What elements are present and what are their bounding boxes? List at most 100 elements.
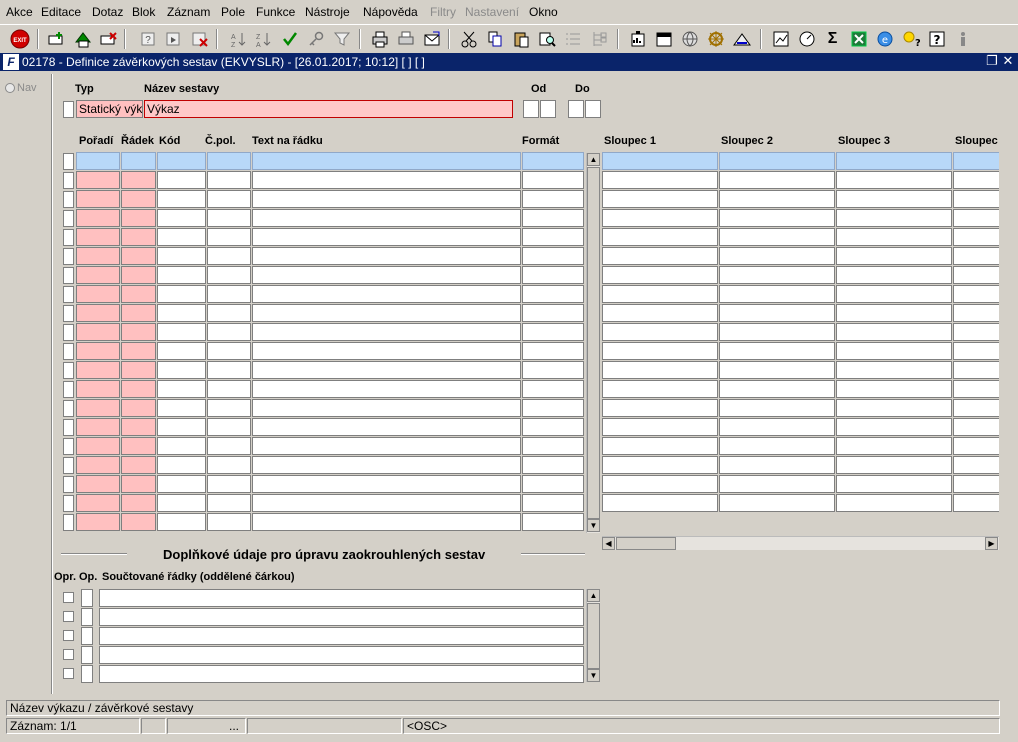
- help-lamp-icon[interactable]: ?: [901, 29, 920, 48]
- sloupec-3-cell[interactable]: [836, 342, 952, 360]
- menu-nastroje[interactable]: Nástroje: [305, 5, 350, 19]
- cpol-cell[interactable]: [207, 437, 251, 455]
- sloupec-4-cell[interactable]: [953, 380, 999, 398]
- sloupec-3-cell[interactable]: [836, 380, 952, 398]
- poradi-cell[interactable]: [76, 456, 120, 474]
- extra-vertical-scrollbar[interactable]: ▲ ▼: [586, 589, 600, 682]
- format-cell[interactable]: [522, 247, 584, 265]
- row-indicator[interactable]: [63, 153, 74, 170]
- sort-desc-icon[interactable]: ZA: [253, 29, 272, 48]
- sloupec-1-cell[interactable]: [602, 209, 718, 227]
- radek-cell[interactable]: [121, 266, 156, 284]
- radek-cell[interactable]: [121, 380, 156, 398]
- text-cell[interactable]: [252, 342, 521, 360]
- soucet-radky-field[interactable]: [99, 646, 584, 664]
- format-cell[interactable]: [522, 285, 584, 303]
- run-query-icon[interactable]: [164, 29, 183, 48]
- text-cell[interactable]: [252, 361, 521, 379]
- cpol-cell[interactable]: [207, 513, 251, 531]
- cpol-cell[interactable]: [207, 190, 251, 208]
- sloupec-3-cell[interactable]: [836, 209, 952, 227]
- query-icon[interactable]: ?: [139, 29, 158, 48]
- kod-cell[interactable]: [157, 513, 206, 531]
- text-cell[interactable]: [252, 513, 521, 531]
- row-indicator[interactable]: [63, 191, 74, 208]
- format-cell[interactable]: [522, 361, 584, 379]
- menu-funkce[interactable]: Funkce: [256, 5, 295, 19]
- poradi-cell[interactable]: [76, 380, 120, 398]
- sloupec-2-cell[interactable]: [719, 456, 835, 474]
- format-cell[interactable]: [522, 266, 584, 284]
- radek-cell[interactable]: [121, 190, 156, 208]
- header-row-indicator[interactable]: [63, 101, 74, 118]
- menu-zaznam[interactable]: Záznam: [167, 5, 210, 19]
- op-field[interactable]: [81, 608, 93, 626]
- sloupec-2-cell[interactable]: [719, 285, 835, 303]
- cpol-cell[interactable]: [207, 456, 251, 474]
- op-field[interactable]: [81, 646, 93, 664]
- row-indicator[interactable]: [63, 476, 74, 493]
- format-cell[interactable]: [522, 475, 584, 493]
- menu-blok[interactable]: Blok: [132, 5, 155, 19]
- poradi-cell[interactable]: [76, 190, 120, 208]
- close-icon[interactable]: ✕: [1001, 54, 1015, 68]
- cpol-cell[interactable]: [207, 209, 251, 227]
- paste-icon[interactable]: [511, 29, 530, 48]
- poradi-cell[interactable]: [76, 247, 120, 265]
- poradi-cell[interactable]: [76, 342, 120, 360]
- sloupec-2-cell[interactable]: [719, 190, 835, 208]
- sloupec-4-cell[interactable]: [953, 456, 999, 474]
- radek-cell[interactable]: [121, 494, 156, 512]
- sloupec-3-cell[interactable]: [836, 323, 952, 341]
- edit-chart-icon[interactable]: [771, 29, 790, 48]
- text-cell[interactable]: [252, 190, 521, 208]
- scroll-right-icon[interactable]: ▶: [985, 537, 998, 550]
- row-indicator[interactable]: [63, 419, 74, 436]
- kod-cell[interactable]: [157, 323, 206, 341]
- opr-checkbox[interactable]: [63, 592, 74, 603]
- ie-icon[interactable]: e: [875, 29, 894, 48]
- tree-icon[interactable]: [589, 29, 608, 48]
- cpol-cell[interactable]: [207, 494, 251, 512]
- sloupec-4-cell[interactable]: [953, 323, 999, 341]
- soucet-radky-field[interactable]: [99, 627, 584, 645]
- row-indicator[interactable]: [63, 248, 74, 265]
- radek-cell[interactable]: [121, 228, 156, 246]
- sloupec-2-cell[interactable]: [719, 361, 835, 379]
- wheel-icon[interactable]: [706, 29, 725, 48]
- format-cell[interactable]: [522, 342, 584, 360]
- row-indicator[interactable]: [63, 457, 74, 474]
- poradi-cell[interactable]: [76, 304, 120, 322]
- row-indicator[interactable]: [63, 286, 74, 303]
- format-cell[interactable]: [522, 152, 584, 170]
- sloupec-2-cell[interactable]: [719, 494, 835, 512]
- sloupec-3-cell[interactable]: [836, 437, 952, 455]
- sort-asc-icon[interactable]: AZ: [228, 29, 247, 48]
- add-record-icon[interactable]: [47, 29, 66, 48]
- op-field[interactable]: [81, 589, 93, 607]
- poradi-cell[interactable]: [76, 152, 120, 170]
- kod-cell[interactable]: [157, 209, 206, 227]
- sloupec-1-cell[interactable]: [602, 285, 718, 303]
- grid-vertical-scrollbar[interactable]: ▲ ▼: [586, 153, 600, 533]
- op-field[interactable]: [81, 627, 93, 645]
- sloupec-2-cell[interactable]: [719, 228, 835, 246]
- delete-record-icon[interactable]: [99, 29, 118, 48]
- text-cell[interactable]: [252, 171, 521, 189]
- print-preview-icon[interactable]: [396, 29, 415, 48]
- sloupec-4-cell[interactable]: [953, 361, 999, 379]
- scroll-thumb[interactable]: [587, 167, 600, 519]
- do-field-1[interactable]: [568, 100, 584, 118]
- row-indicator[interactable]: [63, 438, 74, 455]
- radek-cell[interactable]: [121, 456, 156, 474]
- opr-checkbox[interactable]: [63, 668, 74, 679]
- poradi-cell[interactable]: [76, 171, 120, 189]
- radek-cell[interactable]: [121, 399, 156, 417]
- sloupec-1-cell[interactable]: [602, 323, 718, 341]
- settings-dial-icon[interactable]: [797, 29, 816, 48]
- menu-nastaveni[interactable]: Nastavení: [465, 5, 519, 19]
- sloupec-2-cell[interactable]: [719, 399, 835, 417]
- kod-cell[interactable]: [157, 266, 206, 284]
- text-cell[interactable]: [252, 152, 521, 170]
- poradi-cell[interactable]: [76, 323, 120, 341]
